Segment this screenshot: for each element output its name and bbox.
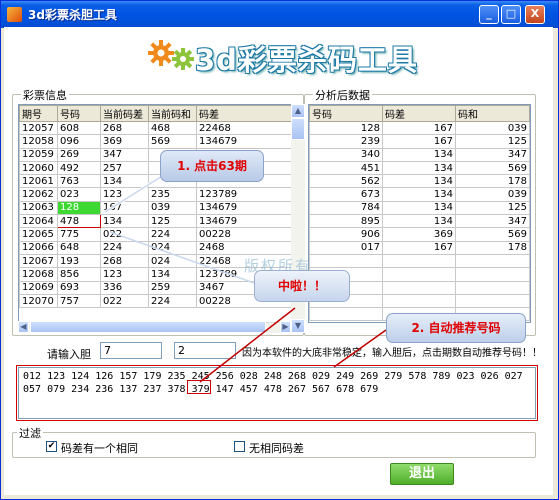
- callout-auto-recommend: 2. 自动推荐号码: [386, 313, 526, 343]
- result-highlight-box: [16, 365, 538, 421]
- callout-click-period: 1. 点击63期: [160, 150, 264, 182]
- callout-hit: 中啦！！: [254, 270, 350, 302]
- annotation-arrows: [104, 166, 387, 383]
